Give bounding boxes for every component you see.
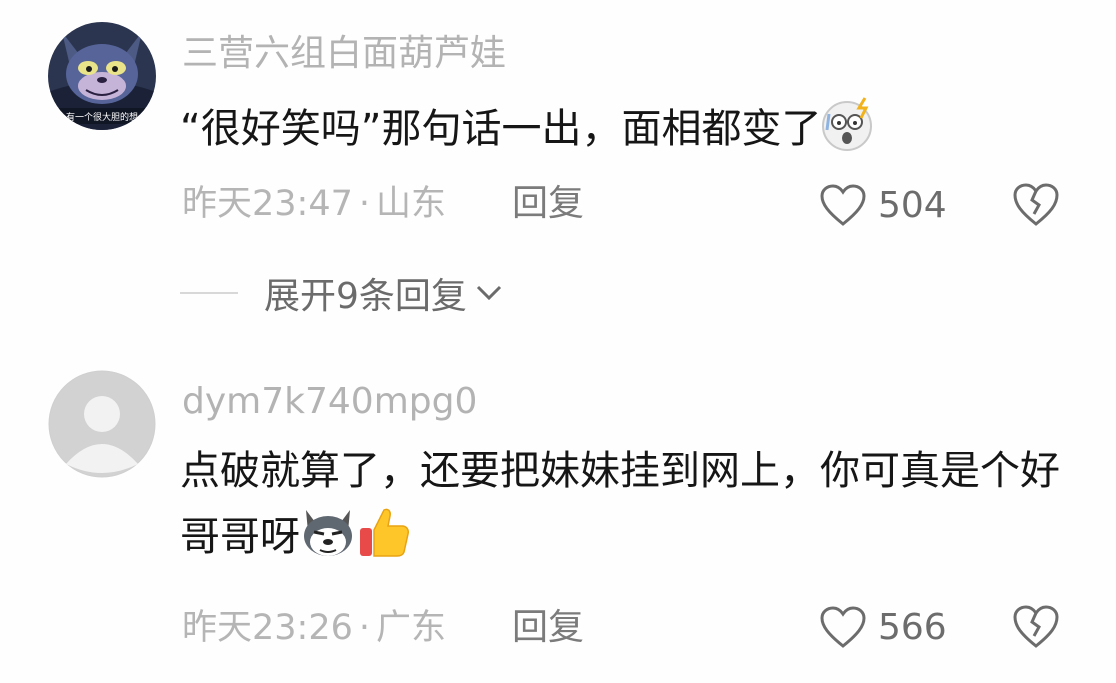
heart-icon bbox=[820, 184, 866, 226]
husky-face-emoji-icon bbox=[304, 510, 352, 556]
thumbs-up-emoji-icon bbox=[360, 508, 409, 557]
comment-text: “很好笑吗”那句话一出，面相都变了 bbox=[180, 106, 822, 152]
like-button[interactable]: 504 bbox=[818, 180, 947, 230]
comment-text-container: 点破就算了，还要把妹妹挂到网上，你可真是个好哥哥呀 bbox=[180, 438, 1060, 570]
cartoon-cat-avatar-icon: 有一个很大胆的想 bbox=[48, 22, 156, 130]
meta-separator: · bbox=[358, 184, 371, 224]
avatar[interactable] bbox=[48, 370, 156, 478]
avatar[interactable]: 有一个很大胆的想 bbox=[48, 22, 156, 130]
comment-text-container: “很好笑吗”那句话一出，面相都变了 bbox=[180, 96, 1060, 162]
comment-meta: 昨天23:26 · 广东 bbox=[182, 608, 446, 648]
comment-item: dym7k740mpg0 点破就算了，还要把妹妹挂到网上，你可真是个好哥哥呀 昨… bbox=[0, 340, 1116, 683]
like-count: 566 bbox=[878, 606, 947, 648]
like-button[interactable]: 566 bbox=[818, 602, 947, 652]
comment-meta: 昨天23:47 · 山东 bbox=[182, 184, 446, 224]
chevron-down-icon bbox=[476, 285, 501, 301]
like-count: 504 bbox=[878, 184, 947, 226]
location: 广东 bbox=[376, 608, 447, 648]
avatar-caption: 有一个很大胆的想 bbox=[66, 111, 138, 123]
meta-separator: · bbox=[358, 608, 371, 648]
timestamp: 昨天23:47 bbox=[182, 184, 353, 224]
reply-button[interactable]: 回复 bbox=[512, 184, 584, 224]
username[interactable]: 三营六组白面葫芦娃 bbox=[182, 34, 506, 74]
heart-icon bbox=[820, 606, 866, 648]
default-user-avatar-icon bbox=[48, 370, 156, 478]
divider-line bbox=[180, 292, 238, 294]
username[interactable]: dym7k740mpg0 bbox=[182, 382, 477, 422]
location: 山东 bbox=[376, 184, 447, 224]
reply-button[interactable]: 回复 bbox=[512, 608, 584, 648]
broken-heart-icon[interactable] bbox=[1010, 180, 1062, 230]
shocked-face-emoji-icon bbox=[822, 97, 873, 151]
expand-replies[interactable]: 展开9条回复 bbox=[180, 267, 503, 319]
comment-item: 有一个很大胆的想 三营六组白面葫芦娃 “很好笑吗”那句话一出，面相都变了 昨天2… bbox=[0, 0, 1116, 340]
comment-list: 有一个很大胆的想 三营六组白面葫芦娃 “很好笑吗”那句话一出，面相都变了 昨天2… bbox=[0, 0, 1116, 683]
broken-heart-icon[interactable] bbox=[1010, 602, 1062, 652]
expand-replies-label[interactable]: 展开9条回复 bbox=[264, 267, 467, 319]
timestamp: 昨天23:26 bbox=[182, 608, 353, 648]
